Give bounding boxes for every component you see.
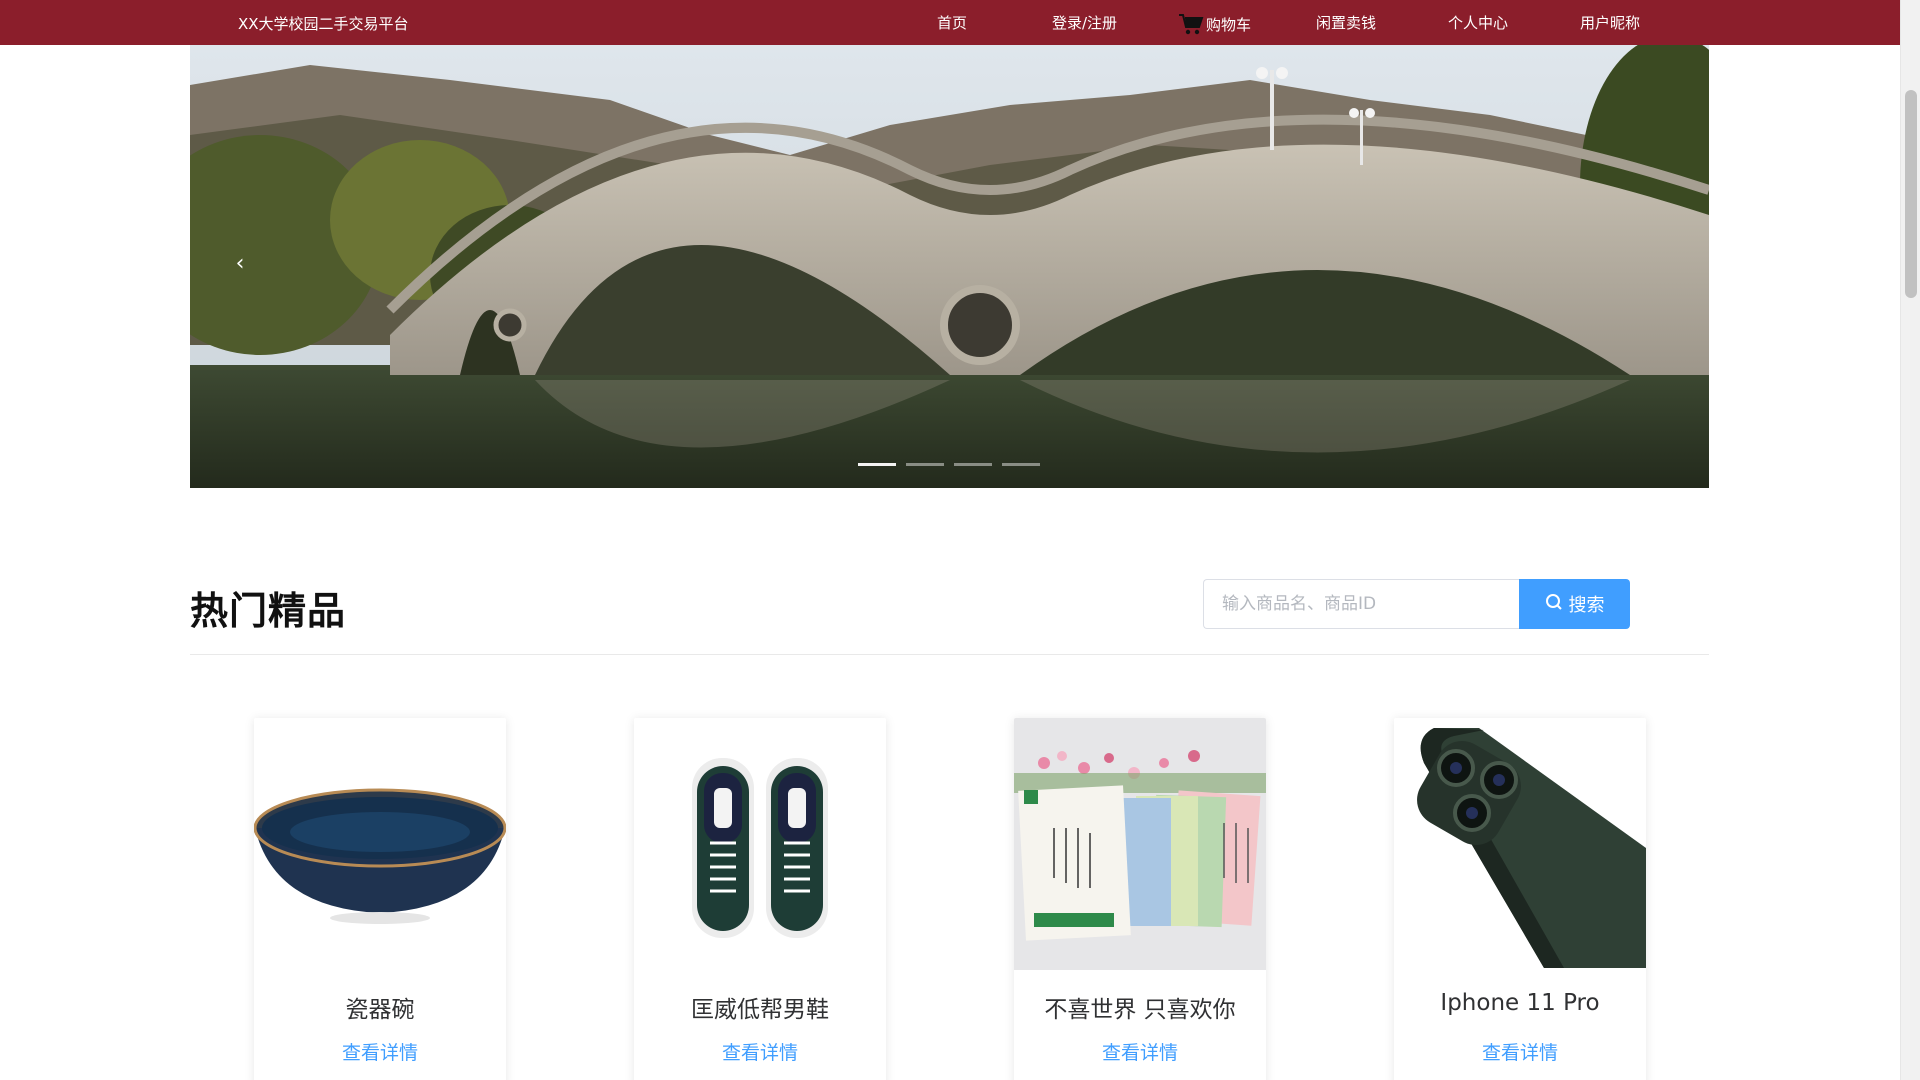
view-details-link[interactable]: 查看详情 bbox=[254, 1038, 506, 1065]
product-name: 匡威低帮男鞋 bbox=[691, 997, 829, 1023]
search-button[interactable]: 搜索 bbox=[1519, 579, 1630, 629]
view-details-link[interactable]: 查看详情 bbox=[1014, 1038, 1266, 1065]
product-card[interactable]: 不喜世界 只喜欢你 查看详情 bbox=[1014, 718, 1266, 1080]
nav-personal-center[interactable]: 个人中心 bbox=[1448, 12, 1508, 33]
search-button-label: 搜索 bbox=[1568, 595, 1605, 616]
nav-login-register[interactable]: 登录/注册 bbox=[1052, 12, 1117, 33]
view-details-link[interactable]: 查看详情 bbox=[634, 1038, 886, 1065]
nav-login-label: 登录/注册 bbox=[1052, 14, 1118, 32]
product-image-bowl[interactable] bbox=[254, 718, 506, 970]
banner-carousel: ‹ bbox=[190, 45, 1709, 488]
search-input[interactable] bbox=[1203, 579, 1521, 629]
nav-nickname-label: 用户昵称 bbox=[1580, 14, 1641, 32]
nav-cart-label: 购物车 bbox=[1206, 15, 1252, 34]
cart-icon bbox=[1178, 12, 1204, 36]
product-name: Iphone 11 Pro bbox=[1440, 990, 1600, 1016]
product-name: 瓷器碗 bbox=[345, 997, 415, 1023]
nav-home[interactable]: 首页 bbox=[937, 12, 967, 33]
top-navbar: XX大学校园二手交易平台 首页 登录/注册 购物车 闲置卖钱 个人中心 用户昵称 bbox=[0, 0, 1900, 45]
site-brand[interactable]: XX大学校园二手交易平台 bbox=[238, 13, 409, 34]
product-card[interactable]: 匡威低帮男鞋 查看详情 bbox=[634, 718, 886, 1080]
nav-user-nickname[interactable]: 用户昵称 bbox=[1580, 12, 1640, 33]
carousel-indicator-4[interactable] bbox=[1002, 463, 1040, 466]
carousel-indicator-1[interactable] bbox=[858, 463, 896, 466]
scrollbar-thumb[interactable] bbox=[1905, 90, 1917, 298]
product-image-sneakers[interactable] bbox=[634, 718, 886, 970]
product-image-phone[interactable] bbox=[1394, 718, 1646, 970]
carousel-indicator-3[interactable] bbox=[954, 463, 992, 466]
product-name: 不喜世界 只喜欢你 bbox=[1044, 997, 1236, 1023]
carousel-indicator-2[interactable] bbox=[906, 463, 944, 466]
bridge-banner-image bbox=[190, 45, 1709, 488]
section-divider bbox=[190, 654, 1709, 655]
nav-cart[interactable]: 购物车 bbox=[1178, 12, 1251, 36]
carousel-indicators bbox=[858, 463, 1040, 466]
product-card[interactable]: 瓷器碗 查看详情 bbox=[254, 718, 506, 1080]
nav-sell-label: 闲置卖钱 bbox=[1316, 14, 1377, 32]
nav-personal-label: 个人中心 bbox=[1448, 14, 1509, 32]
section-title: 热门精品 bbox=[190, 589, 347, 633]
view-details-link[interactable]: 查看详情 bbox=[1394, 1038, 1646, 1065]
nav-sell-idle[interactable]: 闲置卖钱 bbox=[1316, 12, 1376, 33]
product-image-books[interactable] bbox=[1014, 718, 1266, 970]
nav-home-label: 首页 bbox=[937, 14, 968, 32]
carousel-prev-arrow[interactable]: ‹ bbox=[222, 245, 258, 281]
search-icon bbox=[1545, 593, 1563, 616]
page-scrollbar[interactable] bbox=[1900, 0, 1920, 1080]
product-card[interactable]: Iphone 11 Pro 查看详情 bbox=[1394, 718, 1646, 1080]
